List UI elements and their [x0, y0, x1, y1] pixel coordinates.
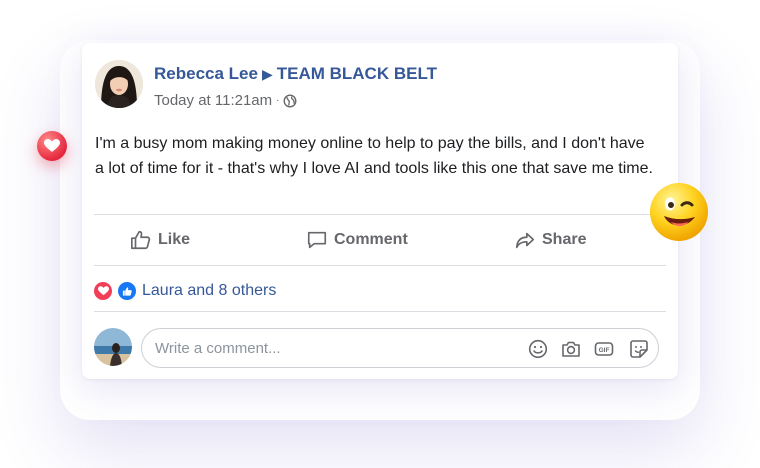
post-header-title: Rebecca Lee ▶ TEAM BLACK BELT: [154, 64, 437, 84]
divider: [94, 214, 666, 215]
group-name-link[interactable]: TEAM BLACK BELT: [277, 64, 437, 83]
post-body-text: I'm a busy mom making money online to he…: [95, 135, 653, 177]
comment-button[interactable]: Comment: [306, 216, 408, 264]
author-avatar[interactable]: [95, 60, 143, 108]
comment-composer: Write a comment... GIF: [94, 327, 664, 371]
camera-icon[interactable]: [561, 339, 581, 359]
thumbs-up-icon: [130, 229, 152, 251]
winking-emoji-icon: [647, 180, 711, 244]
post-timestamp[interactable]: Today at 11:21am: [154, 92, 272, 109]
emoji-smile-icon[interactable]: [528, 339, 548, 359]
post-meta: Today at 11:21am ·: [154, 92, 297, 109]
meta-separator: ·: [276, 95, 280, 106]
divider: [94, 311, 666, 312]
share-arrow-icon: [514, 229, 536, 251]
current-user-avatar[interactable]: [94, 328, 132, 366]
reactions-count-text[interactable]: Laura and 8 others: [142, 282, 276, 300]
love-reaction-icon: [92, 280, 114, 302]
globe-icon: [283, 94, 297, 108]
comment-label: Comment: [334, 231, 408, 248]
like-reaction-icon: [116, 280, 138, 302]
floating-heart-icon: [37, 131, 67, 161]
comment-bubble-icon: [306, 229, 328, 251]
arrow-right-icon: ▶: [261, 66, 273, 82]
post-card: Rebecca Lee ▶ TEAM BLACK BELT Today at 11:…: [82, 43, 678, 379]
sticker-icon[interactable]: [629, 339, 649, 359]
share-label: Share: [542, 231, 587, 248]
like-button[interactable]: Like: [130, 216, 190, 264]
like-label: Like: [158, 231, 191, 248]
reactions-summary[interactable]: Laura and 8 others: [92, 280, 276, 302]
post-actions-bar: Like Comment Share: [94, 216, 666, 264]
comment-input[interactable]: Write a comment... GIF: [141, 328, 659, 368]
svg-text:GIF: GIF: [599, 347, 610, 354]
gif-icon[interactable]: GIF: [594, 339, 614, 359]
comment-placeholder: Write a comment...: [155, 340, 281, 357]
author-name-link[interactable]: Rebecca Lee: [154, 64, 258, 83]
divider: [94, 265, 666, 266]
share-button[interactable]: Share: [514, 216, 586, 264]
